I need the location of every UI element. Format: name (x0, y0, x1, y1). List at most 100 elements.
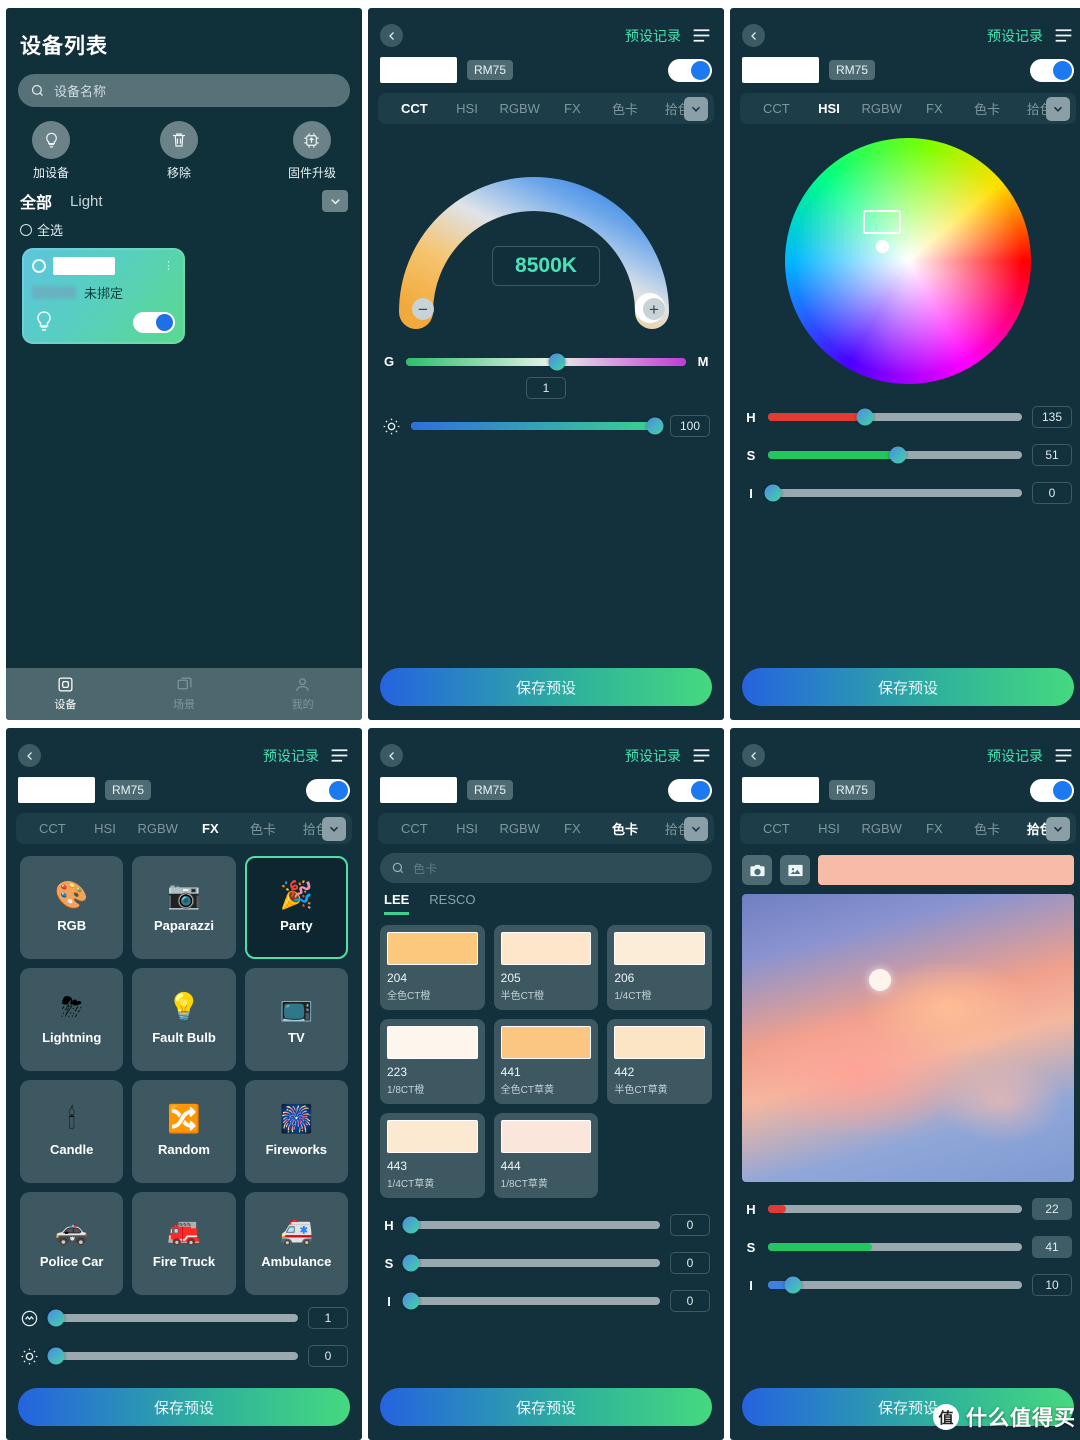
tab-hsi[interactable]: HSI (803, 821, 856, 836)
effect-paparazzi[interactable]: 📷 Paparazzi (132, 856, 236, 959)
save-preset-button[interactable]: 保存预设 (18, 1388, 350, 1426)
effect-fireworks[interactable]: 🎆 Fireworks (244, 1080, 348, 1183)
select-all-row[interactable]: 全选 (6, 213, 362, 239)
h-value[interactable]: 135 (1032, 406, 1072, 428)
back-icon[interactable] (380, 24, 403, 47)
i-value[interactable]: 10 (1032, 1274, 1072, 1296)
tab-rgbw[interactable]: RGBW (493, 101, 546, 116)
effect-random[interactable]: 🔀 Random (132, 1080, 236, 1183)
gm-value[interactable]: 1 (526, 377, 566, 399)
device-select-radio[interactable] (32, 259, 46, 273)
preset-log-link[interactable]: 预设记录 (625, 26, 681, 46)
menu-icon[interactable] (329, 745, 350, 766)
picker-image-preview[interactable] (742, 894, 1074, 1182)
tab-cct[interactable]: CCT (750, 821, 803, 836)
tab-rgbw[interactable]: RGBW (855, 821, 908, 836)
i-slider[interactable] (402, 1292, 660, 1310)
preset-log-link[interactable]: 预设记录 (987, 26, 1043, 46)
effect-candle[interactable]: 🕯 Candle (20, 1080, 124, 1183)
save-preset-button[interactable]: 保存预设 (742, 668, 1074, 706)
preset-log-link[interactable]: 预设记录 (263, 746, 319, 766)
cct-increase-button[interactable]: + (643, 298, 665, 320)
bottom-nav-profile[interactable]: 我的 (243, 676, 362, 712)
menu-icon[interactable] (691, 25, 712, 46)
effect-party[interactable]: 🎉 Party (244, 856, 348, 959)
select-all-radio[interactable] (20, 223, 32, 236)
color-card[interactable]: 205 半色CT橙 (493, 925, 599, 1010)
tabs-chevron-down-icon[interactable] (684, 96, 708, 121)
tabs-chevron-down-icon[interactable] (1046, 816, 1070, 841)
effect-lightning[interactable]: ⛈ Lightning (20, 968, 124, 1071)
tab-cct[interactable]: CCT (750, 101, 803, 116)
tab-cct[interactable]: CCT (388, 101, 441, 116)
brightness-slider[interactable] (47, 1347, 298, 1365)
gm-slider[interactable] (406, 353, 686, 370)
h-value[interactable]: 0 (670, 1214, 710, 1236)
add-device-button[interactable]: 加设备 (32, 121, 70, 181)
tab-rgbw[interactable]: RGBW (493, 821, 546, 836)
effect-tv[interactable]: 📺 TV (244, 968, 348, 1071)
brightness-slider[interactable] (411, 417, 664, 435)
tab-fx[interactable]: FX (908, 821, 961, 836)
h-slider[interactable] (768, 1205, 1022, 1213)
tab-colorcard[interactable]: 色卡 (599, 99, 652, 118)
i-value[interactable]: 0 (1032, 482, 1072, 504)
tab-colorcard[interactable]: 色卡 (961, 819, 1014, 838)
power-toggle[interactable] (1030, 58, 1074, 82)
power-toggle[interactable] (306, 778, 350, 802)
menu-icon[interactable] (1053, 25, 1074, 46)
effect-fault-bulb[interactable]: 💡 Fault Bulb (132, 968, 236, 1071)
s-slider[interactable] (768, 1243, 1022, 1251)
tab-colorcard[interactable]: 色卡 (599, 819, 652, 838)
menu-icon[interactable] (691, 745, 712, 766)
tab-fx[interactable]: FX (546, 821, 599, 836)
tab-rgbw[interactable]: RGBW (855, 101, 908, 116)
filter-all[interactable]: 全部 (20, 189, 52, 213)
brightness-value[interactable]: 100 (670, 415, 710, 437)
search-input[interactable]: 设备名称 (18, 74, 350, 107)
effect-fire-truck[interactable]: 🚒 Fire Truck (132, 1192, 236, 1295)
s-slider[interactable] (768, 446, 1022, 464)
color-card[interactable]: 442 半色CT草黄 (607, 1019, 712, 1104)
tab-fx[interactable]: FX (908, 101, 961, 116)
tabs-chevron-down-icon[interactable] (1046, 96, 1070, 121)
camera-icon[interactable] (742, 855, 772, 885)
remove-device-button[interactable]: 移除 (159, 121, 198, 181)
color-card[interactable]: 444 1/8CT草黄 (493, 1113, 599, 1198)
speed-slider[interactable] (47, 1309, 298, 1327)
power-toggle[interactable] (668, 778, 712, 802)
preset-log-link[interactable]: 预设记录 (987, 746, 1043, 766)
tab-fx[interactable]: FX (184, 821, 237, 836)
tabs-chevron-down-icon[interactable] (684, 816, 708, 841)
h-slider[interactable] (402, 1216, 660, 1234)
cct-decrease-button[interactable]: − (412, 298, 434, 320)
color-card[interactable]: 204 全色CT橙 (380, 925, 485, 1010)
tab-hsi[interactable]: HSI (803, 101, 856, 116)
color-card[interactable]: 223 1/8CT橙 (380, 1019, 485, 1104)
i-value[interactable]: 0 (670, 1290, 710, 1312)
effect-ambulance[interactable]: 🚑 Ambulance (244, 1192, 348, 1295)
save-preset-button[interactable]: 保存预设 (380, 1388, 712, 1426)
tab-rgbw[interactable]: RGBW (131, 821, 184, 836)
tab-hsi[interactable]: HSI (441, 101, 494, 116)
gallery-icon[interactable] (780, 855, 810, 885)
tabs-chevron-down-icon[interactable] (322, 816, 346, 841)
s-value[interactable]: 41 (1032, 1236, 1072, 1258)
device-card[interactable]: ⋮ 未挷定 (22, 248, 185, 344)
menu-icon[interactable] (1053, 745, 1074, 766)
s-value[interactable]: 51 (1032, 444, 1072, 466)
device-power-toggle[interactable] (133, 312, 175, 333)
bottom-nav-devices[interactable]: 设备 (6, 676, 125, 712)
h-slider[interactable] (768, 408, 1022, 426)
tab-hsi[interactable]: HSI (79, 821, 132, 836)
preset-log-link[interactable]: 预设记录 (625, 746, 681, 766)
tab-cct[interactable]: CCT (26, 821, 79, 836)
cct-arc-control[interactable]: 8500K − + (368, 138, 724, 338)
effect-rgb[interactable]: 🎨 RGB (20, 856, 124, 959)
color-card[interactable]: 206 1/4CT橙 (607, 925, 712, 1010)
tab-colorcard[interactable]: 色卡 (961, 99, 1014, 118)
back-icon[interactable] (380, 744, 403, 767)
device-menu-icon[interactable]: ⋮ (163, 261, 175, 272)
power-toggle[interactable] (1030, 778, 1074, 802)
brand-tab-resco[interactable]: RESCO (429, 892, 475, 915)
